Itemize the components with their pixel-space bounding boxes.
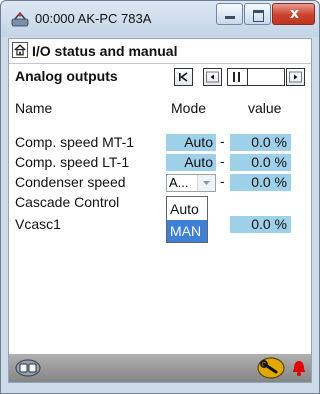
row-label: Comp. speed MT-1 — [15, 134, 135, 150]
dropdown-arrow-button[interactable] — [197, 175, 215, 191]
table-row: Condenser speed A... - 0.0 % — [9, 173, 311, 194]
separator-dash: - — [220, 173, 225, 189]
wrench-icon[interactable] — [256, 356, 286, 380]
app-icon — [11, 11, 29, 27]
value-cell: 0.0 % — [230, 134, 291, 151]
column-header-value: value — [248, 100, 282, 116]
next-page-icon — [289, 71, 302, 83]
column-header-name: Name — [15, 100, 53, 116]
app-window: 00:000 AK-PC 783A x I/O status and manua… — [0, 0, 320, 394]
network-icon[interactable] — [14, 358, 42, 378]
chevron-down-icon — [203, 181, 210, 185]
previous-page-button[interactable] — [203, 68, 222, 86]
row-label: Vcasc1 — [15, 216, 61, 232]
home-icon[interactable] — [12, 42, 28, 58]
value-cell: 0.0 % — [230, 174, 291, 191]
section-header: Analog outputs — [9, 64, 311, 90]
table-row: Vcasc1 0.0 % — [9, 216, 311, 236]
next-page-button[interactable] — [286, 68, 305, 86]
mode-cell[interactable]: Auto — [166, 134, 216, 151]
close-button[interactable]: x — [272, 3, 315, 25]
title-bar[interactable]: 00:000 AK-PC 783A x — [1, 1, 319, 37]
row-label: Cascade Control — [15, 194, 120, 210]
row-label: Condenser speed — [15, 174, 126, 190]
page-title: I/O status and manual — [32, 43, 178, 59]
mode-select-value: A... — [169, 175, 189, 190]
column-header-mode: Mode — [171, 100, 207, 116]
first-page-button[interactable] — [174, 68, 193, 86]
close-icon: x — [289, 6, 300, 22]
minimize-button[interactable] — [216, 3, 243, 25]
client-area: I/O status and manual Analog outputs Nam… — [8, 38, 312, 383]
mode-dropdown-list: Auto MAN — [166, 196, 208, 243]
table-row: Cascade Control — [9, 194, 311, 214]
mode-cell[interactable]: Auto — [166, 154, 216, 171]
table-row: Comp. speed LT-1 Auto - 0.0 % — [9, 153, 311, 174]
separator-dash: - — [220, 153, 225, 169]
maximize-button[interactable] — [244, 3, 271, 25]
maximize-icon — [253, 10, 264, 22]
previous-page-icon — [206, 71, 219, 83]
dropdown-option-man[interactable]: MAN — [167, 220, 207, 242]
value-cell: 0.0 % — [230, 154, 291, 171]
scroll-grip-icon — [238, 72, 240, 82]
page-scrollbar-thumb[interactable] — [227, 68, 248, 86]
section-title: Analog outputs — [15, 68, 118, 84]
value-cell: 0.0 % — [230, 216, 291, 233]
scroll-grip-icon — [233, 72, 235, 82]
minimize-icon — [225, 16, 235, 19]
footer-bar — [9, 354, 311, 382]
table-row: Comp. speed MT-1 Auto - 0.0 % — [9, 133, 311, 154]
alarm-bell-icon[interactable] — [291, 359, 307, 377]
separator-dash: - — [220, 133, 225, 149]
dropdown-option-auto[interactable]: Auto — [167, 198, 207, 220]
page-header: I/O status and manual — [9, 39, 311, 64]
mode-select[interactable]: A... — [166, 174, 216, 192]
first-page-icon — [179, 72, 188, 82]
row-label: Comp. speed LT-1 — [15, 154, 130, 170]
window-title: 00:000 AK-PC 783A — [35, 11, 152, 26]
